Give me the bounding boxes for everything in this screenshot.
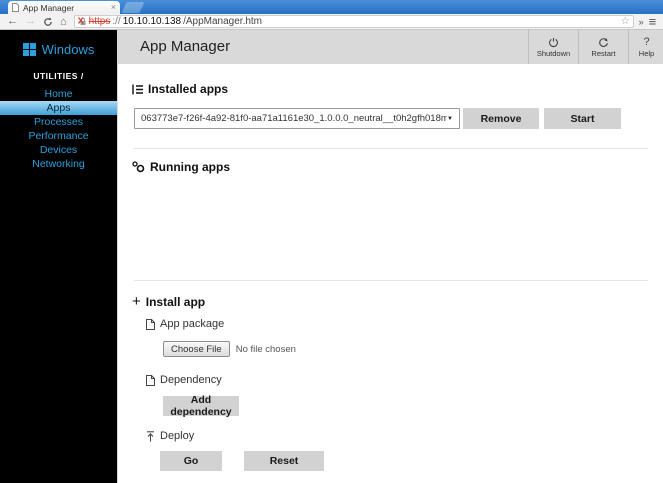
running-apps-title: Running apps <box>150 160 230 174</box>
url-separator: :// <box>112 16 121 27</box>
header-actions: Shutdown Restart ? Help <box>528 30 663 64</box>
selected-app-name: 063773e7-f26f-4a92-81f0-aa71a1161e30_1.0… <box>141 113 448 124</box>
url-path: /AppManager.htm <box>183 16 263 27</box>
file-picker-row: Choose File No file chosen <box>163 341 296 357</box>
document-icon <box>146 374 155 386</box>
plus-icon: + <box>132 293 141 310</box>
restart-button[interactable]: Restart <box>578 30 628 64</box>
deploy-row: Deploy <box>146 430 194 442</box>
file-status-text: No file chosen <box>235 343 296 355</box>
main-content: App Manager Shutdown Restart ? Help Inst… <box>117 30 663 483</box>
remove-button[interactable]: Remove <box>463 108 539 129</box>
sidebar-item-apps[interactable]: Apps <box>0 101 117 115</box>
sidebar-item-home[interactable]: Home <box>0 87 117 101</box>
insecure-lock-icon[interactable] <box>77 17 87 26</box>
running-apps-heading: Running apps <box>132 160 230 174</box>
shutdown-label: Shutdown <box>536 49 571 58</box>
app-package-row: App package <box>146 318 224 330</box>
windows-logo-icon <box>22 43 36 56</box>
install-app-title: Install app <box>145 294 206 309</box>
sidebar-item-devices[interactable]: Devices <box>0 143 117 157</box>
forward-icon: → <box>25 15 36 27</box>
reload-icon[interactable] <box>36 16 53 27</box>
url-host: 10.10.10.138 <box>122 16 182 27</box>
browser-tab[interactable]: App Manager × <box>8 1 120 14</box>
bookmark-star-icon[interactable]: ☆ <box>621 16 630 27</box>
tab-close-icon[interactable]: × <box>111 3 116 12</box>
section-divider <box>134 280 648 281</box>
power-icon <box>548 36 559 48</box>
sidebar: Windows UTILITIES / Home Apps Processes … <box>0 30 117 483</box>
menu-hamburger-icon[interactable]: ≡ <box>649 15 657 28</box>
home-icon[interactable]: ⌂ <box>60 16 67 28</box>
go-button[interactable]: Go <box>160 451 222 471</box>
address-bar[interactable]: https :// 10.10.10.138 /AppManager.htm ☆ <box>73 15 634 28</box>
brand-label: Windows <box>41 42 95 57</box>
tab-strip: App Manager × <box>0 0 663 14</box>
running-apps-gears-icon <box>132 161 145 173</box>
url-scheme: https <box>88 16 111 27</box>
new-tab-button[interactable] <box>121 2 145 13</box>
deploy-label: Deploy <box>160 430 195 442</box>
overflow-chevron-icon[interactable]: » <box>639 17 644 27</box>
windows-brand: Windows <box>0 42 117 57</box>
add-dependency-button[interactable]: Add dependency <box>163 394 239 418</box>
shutdown-button[interactable]: Shutdown <box>528 30 578 64</box>
chevron-down-icon: ▼ <box>447 115 453 122</box>
browser-toolbar: ← → ⌂ https :// 10.10.10.138 /AppManager… <box>0 14 663 30</box>
sidebar-item-networking[interactable]: Networking <box>0 157 117 171</box>
sidebar-nav: Home Apps Processes Performance Devices … <box>0 87 117 171</box>
document-icon <box>146 318 155 330</box>
utilities-section-label: UTILITIES / <box>33 71 84 81</box>
install-app-heading: + Install app <box>132 293 205 310</box>
reset-button[interactable]: Reset <box>244 451 324 471</box>
choose-file-button[interactable]: Choose File <box>163 341 230 357</box>
start-button[interactable]: Start <box>544 108 621 129</box>
restart-label: Restart <box>591 49 616 58</box>
help-icon: ? <box>643 36 650 48</box>
back-icon[interactable]: ← <box>7 16 18 27</box>
dependency-label: Dependency <box>160 374 222 386</box>
page-header: App Manager Shutdown Restart ? Help <box>118 30 663 64</box>
app-package-label: App package <box>160 318 225 330</box>
installed-apps-title: Installed apps <box>148 82 229 96</box>
help-button[interactable]: ? Help <box>628 30 663 64</box>
installed-app-select[interactable]: 063773e7-f26f-4a92-81f0-aa71a1161e30_1.0… <box>134 108 460 129</box>
dependency-row: Dependency <box>146 374 222 386</box>
page-favicon-icon <box>12 3 19 12</box>
browser-window: App Manager × ← → ⌂ https :// 10.10.10.1… <box>0 0 663 483</box>
tab-title: App Manager <box>23 2 75 13</box>
restart-icon <box>598 36 609 48</box>
page-title: App Manager <box>140 38 231 55</box>
help-label: Help <box>638 49 655 58</box>
section-divider <box>134 148 648 149</box>
sidebar-item-processes[interactable]: Processes <box>0 115 117 129</box>
upload-icon <box>146 430 155 442</box>
installed-apps-list-icon <box>132 84 143 95</box>
installed-apps-heading: Installed apps <box>132 82 228 96</box>
sidebar-item-performance[interactable]: Performance <box>0 129 117 143</box>
